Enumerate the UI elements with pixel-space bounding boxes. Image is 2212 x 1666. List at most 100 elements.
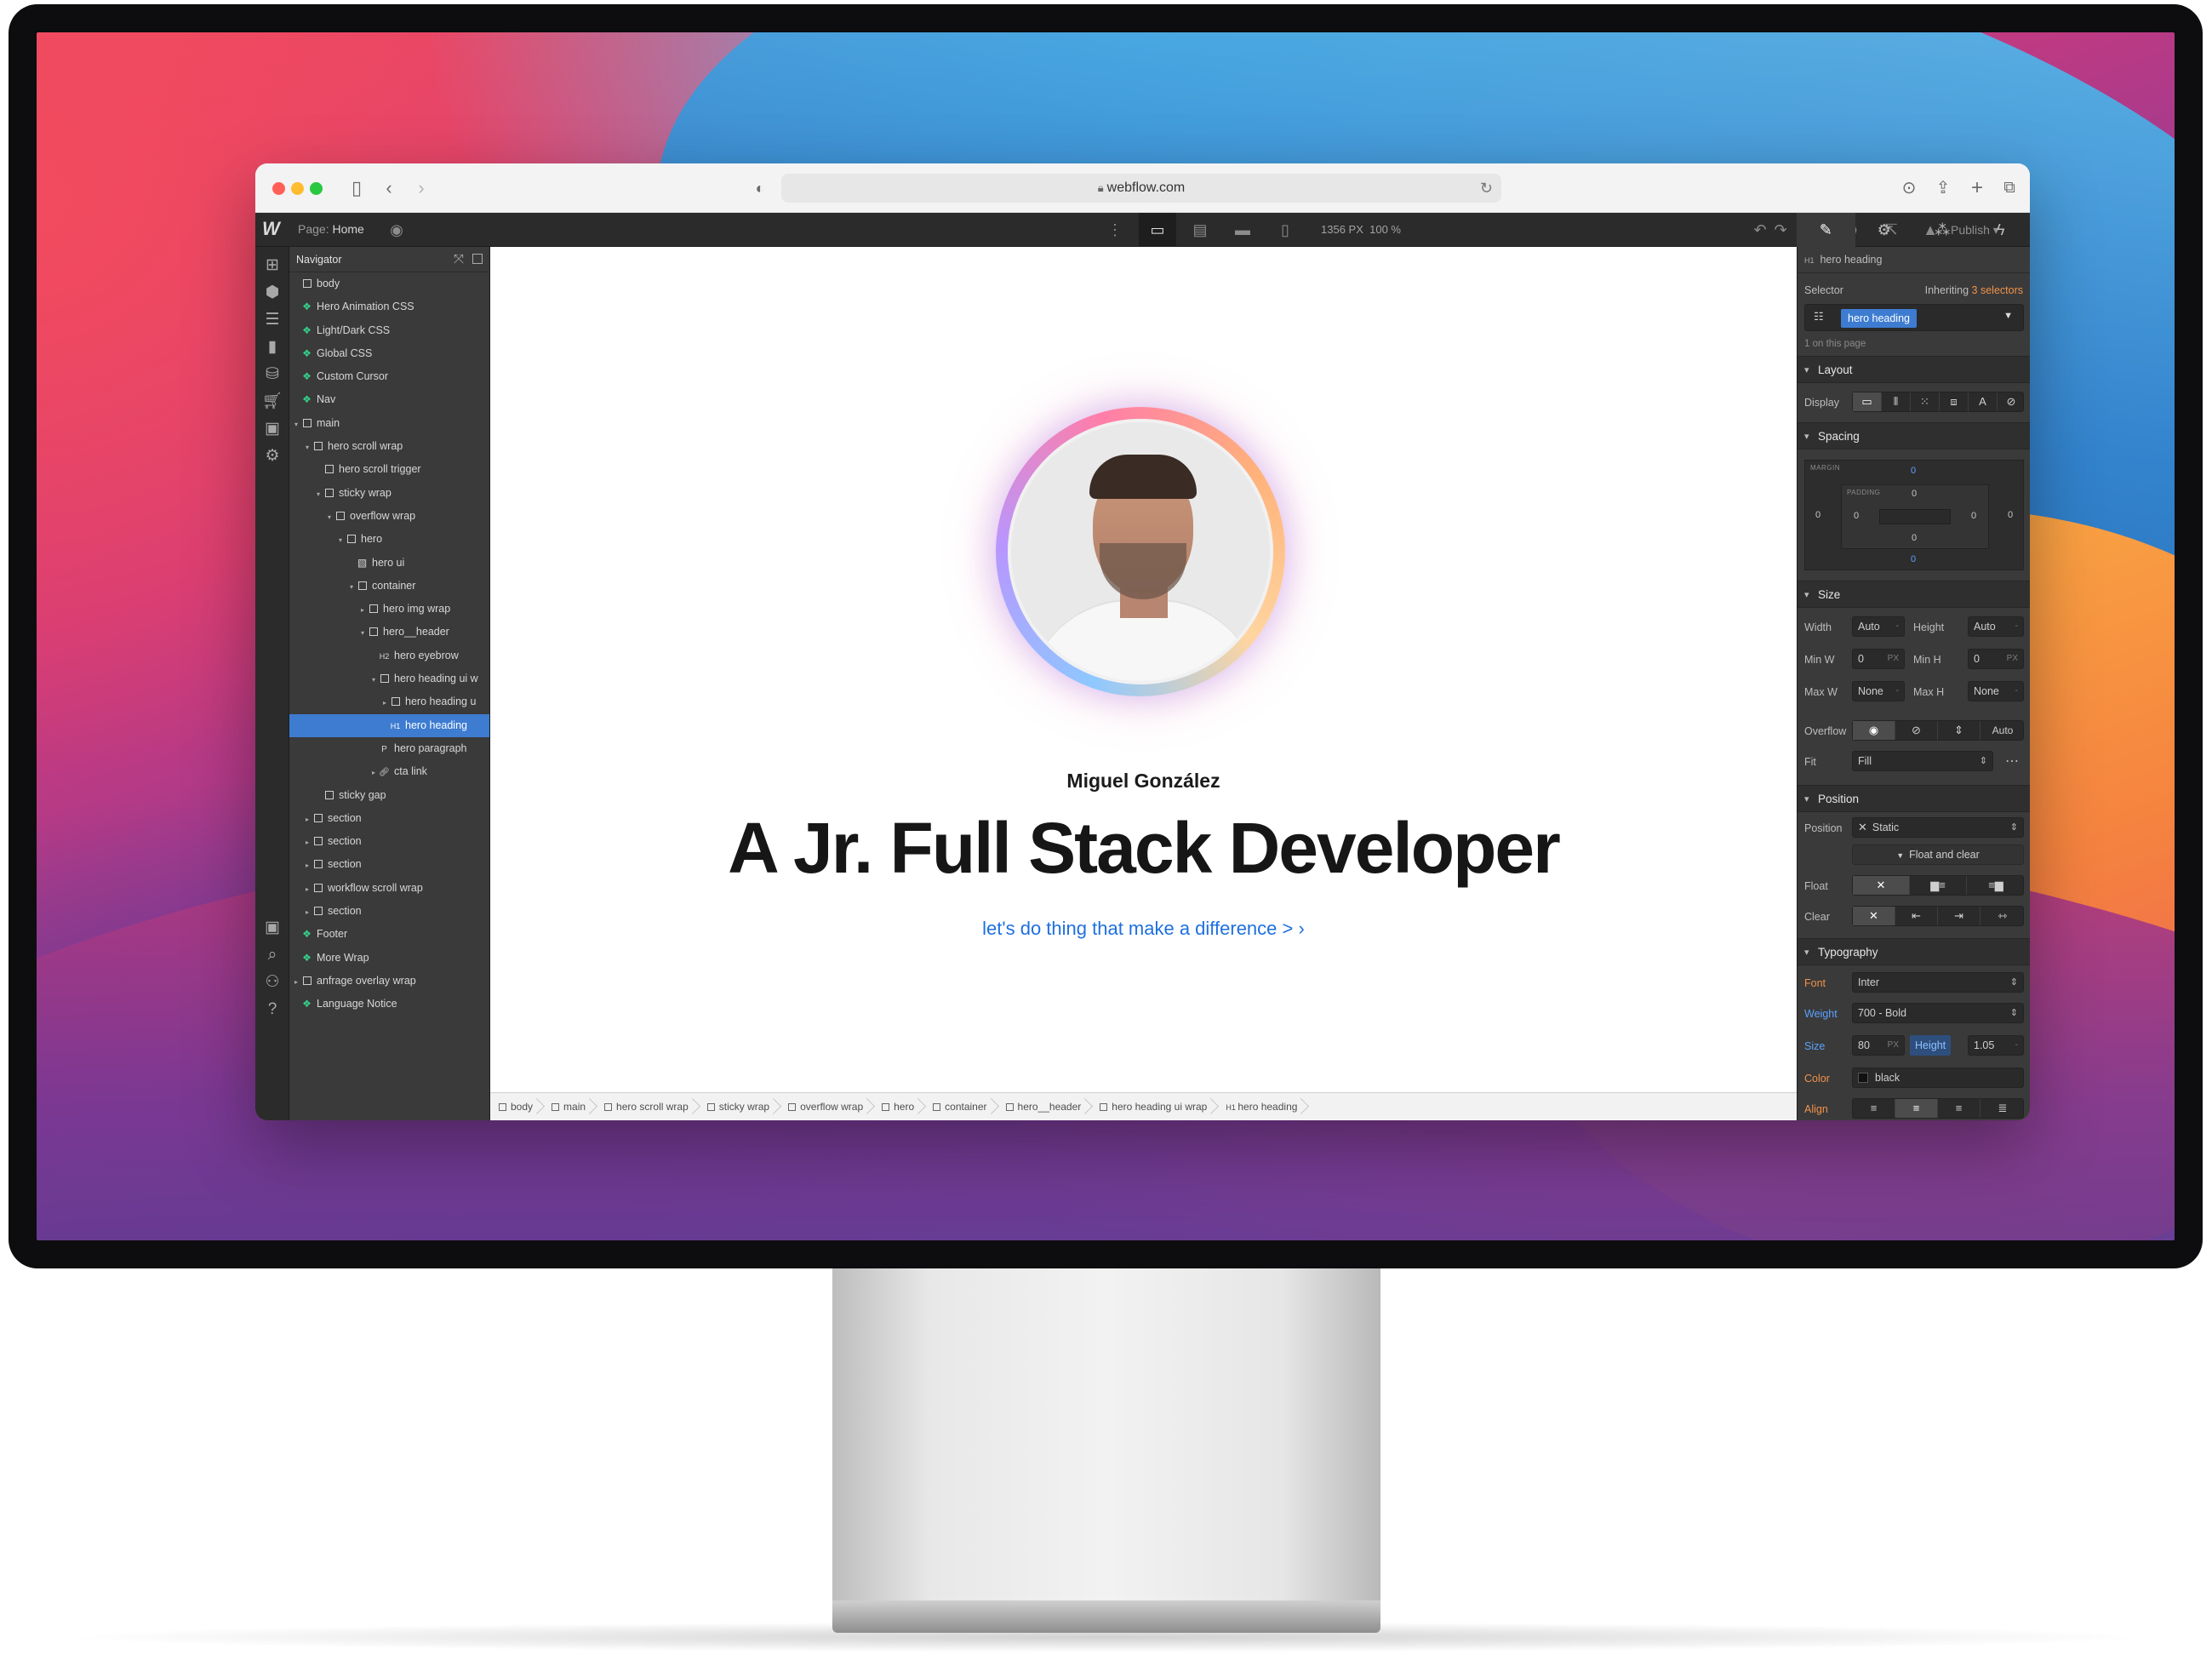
caret-down-icon[interactable]: ▾ [317, 483, 323, 506]
new-tab-icon[interactable]: + [1964, 175, 1990, 201]
spacing-box[interactable]: MARGIN 0 0 0 0 PADDING 0 0 0 0 [1804, 460, 2024, 570]
overflow-auto-option[interactable]: Auto [1981, 721, 2025, 740]
section-size[interactable]: Size [1798, 581, 2030, 609]
object-fit-select[interactable]: Fill ⇕ [1852, 751, 1993, 771]
downloads-icon[interactable]: ⊙ [1896, 175, 1922, 201]
caret-right-icon[interactable]: ▸ [361, 598, 368, 621]
caret-down-icon[interactable]: ▾ [372, 668, 379, 691]
margin-left-value[interactable]: 0 [1815, 510, 1820, 520]
breadcrumb-item[interactable]: container [924, 1093, 997, 1120]
navigator-item[interactable]: ❖ Custom Cursor [289, 365, 489, 388]
navigator-item[interactable]: H2 hero eyebrow [289, 644, 489, 667]
margin-right-value[interactable]: 0 [2008, 510, 2013, 520]
navigator-item[interactable]: ▸ section [289, 807, 489, 830]
navigator-item[interactable]: ▸ workflow scroll wrap [289, 877, 489, 900]
caret-right-icon[interactable]: ▸ [306, 808, 312, 831]
font-family-select[interactable]: Inter ⇕ [1852, 972, 2024, 993]
interactions-tab-bolt-icon[interactable]: ϟ [1972, 213, 2031, 247]
float-none-x-icon[interactable]: ✕ [1853, 876, 1910, 895]
search-icon[interactable]: ⌕ [262, 945, 283, 965]
preview-eye-icon[interactable]: ◉ [386, 220, 407, 240]
symbols-cube-icon[interactable]: ⬢ [262, 283, 283, 303]
navigator-item[interactable]: ▾ container [289, 575, 489, 598]
tab-overview-icon[interactable]: ⧉ [1997, 175, 2022, 201]
ecommerce-cart-icon[interactable]: 🛒︎ [262, 392, 283, 412]
display-block-icon[interactable]: ▭ [1853, 392, 1882, 411]
pin-panel-icon[interactable] [472, 254, 483, 264]
align-left-icon[interactable]: ≡ [1853, 1099, 1895, 1118]
navigator-item[interactable]: ▸ anfrage overlay wrap [289, 970, 489, 993]
mobile-landscape-breakpoint-icon[interactable]: ▬ [1232, 220, 1253, 240]
navigator-item[interactable]: body [289, 272, 489, 295]
caret-right-icon[interactable]: ▸ [306, 878, 312, 901]
align-center-icon[interactable]: ≡ [1895, 1099, 1938, 1118]
navigator-item[interactable]: ▸ section [289, 853, 489, 876]
audit-box-icon[interactable]: ▣ [262, 918, 283, 938]
breadcrumb-item[interactable]: body [490, 1093, 543, 1120]
padding-right-value[interactable]: 0 [1971, 511, 1976, 521]
cta-link[interactable]: let's do thing that make a difference > … [490, 918, 1797, 940]
navigator-item[interactable]: ▾ hero [289, 528, 489, 551]
redo-icon[interactable]: ↷ [1770, 220, 1791, 240]
breakpoint-more-icon[interactable]: ⋮ [1105, 220, 1125, 240]
mobile-portrait-breakpoint-icon[interactable]: ▯ [1275, 220, 1295, 240]
align-right-icon[interactable]: ≡ [1938, 1099, 1981, 1118]
float-segmented[interactable]: ✕ ▆≡ ≡▆ [1852, 875, 2024, 896]
breadcrumb-item[interactable]: hero [873, 1093, 924, 1120]
minimize-window-button[interactable] [291, 182, 304, 195]
pages-icon[interactable]: ▮ [262, 337, 283, 358]
help-icon[interactable]: ? [262, 999, 283, 1020]
reload-icon[interactable]: ↻ [1480, 174, 1493, 203]
hero-portrait-photo[interactable] [1008, 419, 1273, 684]
navigator-item[interactable]: hero scroll trigger [289, 458, 489, 481]
caret-down-icon[interactable]: ▾ [361, 621, 368, 644]
caret-down-icon[interactable]: ▾ [328, 506, 334, 529]
selector-menu-icon[interactable]: ☷ [1814, 310, 1824, 323]
max-height-field[interactable]: None - [1968, 681, 2024, 701]
breadcrumb-item[interactable]: hero__header [997, 1093, 1092, 1120]
font-size-field[interactable]: 80 PX [1852, 1035, 1905, 1056]
style-manager-tab-drops-icon[interactable]: ⁂ [1913, 213, 1972, 247]
caret-right-icon[interactable]: ▸ [306, 901, 312, 924]
navigator-item[interactable]: ▾ main [289, 412, 489, 435]
assets-icon[interactable]: ▣ [262, 419, 283, 439]
navigator-item[interactable]: ❖ Nav [289, 388, 489, 411]
address-bar[interactable]: 🔒︎ webflow.com ↻ [781, 174, 1501, 203]
display-none-icon[interactable]: ⊘ [1998, 392, 2025, 411]
desktop-breakpoint-icon[interactable]: ▭ [1147, 220, 1168, 240]
navigator-item[interactable]: H1 hero heading [289, 713, 489, 737]
navigator-item[interactable]: ▾ overflow wrap [289, 505, 489, 528]
padding-bottom-value[interactable]: 0 [1912, 533, 1917, 543]
tablet-breakpoint-icon[interactable]: ▤ [1190, 220, 1210, 240]
breadcrumb-item[interactable]: sticky wrap [699, 1093, 780, 1120]
hero-heading[interactable]: A Jr. Full Stack Developer [490, 807, 1797, 890]
clear-left-icon[interactable]: ⇤ [1895, 907, 1938, 925]
display-inline-block-icon[interactable]: ⧈ [1940, 392, 1969, 411]
collapse-all-icon[interactable]: ⤧ [454, 252, 464, 266]
line-height-field[interactable]: 1.05- [1968, 1035, 2024, 1056]
breadcrumb-item[interactable]: overflow wrap [780, 1093, 873, 1120]
padding-top-value[interactable]: 0 [1912, 489, 1917, 499]
overflow-scroll-icon[interactable]: ⇕ [1938, 721, 1981, 740]
margin-top-value[interactable]: 0 [1911, 466, 1916, 476]
overflow-segmented[interactable]: ◉ ⊘ ⇕ Auto [1852, 720, 2024, 741]
navigator-item[interactable]: sticky gap [289, 784, 489, 807]
font-weight-select[interactable]: 700 - Bold ⇕ [1852, 1003, 2024, 1023]
align-justify-icon[interactable]: ≣ [1981, 1099, 2025, 1118]
navigator-item[interactable]: ▾ sticky wrap [289, 482, 489, 505]
navigator-item[interactable]: ▾ hero scroll wrap [289, 435, 489, 458]
display-flex-icon[interactable]: ⫴ [1882, 392, 1911, 411]
min-width-field[interactable]: 0 PX [1852, 649, 1905, 669]
navigator-item[interactable]: ▸ section [289, 900, 489, 923]
sidebar-toggle-icon[interactable]: ▯ [344, 175, 369, 201]
navigator-item[interactable]: ▸ hero heading u [289, 690, 489, 713]
settings-tab-gear-icon[interactable]: ⚙ [1855, 213, 1914, 247]
position-select[interactable]: ✕ Static ⇕ [1852, 817, 2024, 838]
width-field[interactable]: Auto - [1852, 616, 1905, 637]
collaborators-icon[interactable]: ⚇ [262, 972, 283, 993]
navigator-item[interactable]: ▸ 🔗︎ cta link [289, 760, 489, 783]
clear-none-x-icon[interactable]: ✕ [1853, 907, 1895, 925]
navigator-item[interactable]: ▸ hero img wrap [289, 598, 489, 621]
add-panel-icon[interactable]: ⊞ [262, 255, 283, 276]
min-height-field[interactable]: 0 PX [1968, 649, 2024, 669]
